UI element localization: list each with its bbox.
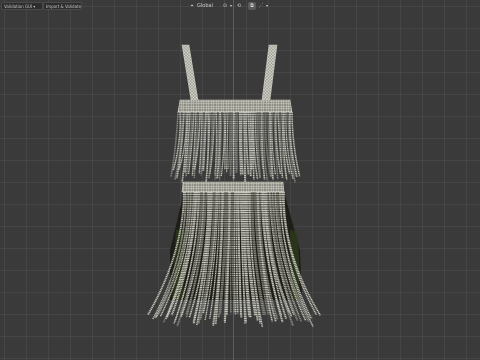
snap-icon[interactable]: ⟲ xyxy=(235,2,243,10)
chevron-down-icon: ▾ xyxy=(265,3,268,8)
left-strap xyxy=(181,44,199,101)
fringe-strand xyxy=(227,111,231,170)
validation-gui-menu[interactable]: Validation GUI▾ xyxy=(1,2,43,10)
bodice-top-band xyxy=(177,99,293,113)
waistband xyxy=(181,181,285,193)
fringe-strand xyxy=(214,111,218,176)
fringe-strand xyxy=(236,111,239,171)
fringe-strand xyxy=(240,111,244,175)
fringe-strand xyxy=(206,111,211,170)
chevron-down-icon: ▾ xyxy=(33,4,36,9)
snap-toggle-icon[interactable]: ⧉ xyxy=(248,2,256,10)
header-bar: Validation GUI▾ Import & Validate ⌖ Glob… xyxy=(0,0,480,12)
transform-axes-icon[interactable]: ⌖ xyxy=(188,2,196,10)
fringe-strand xyxy=(170,111,179,178)
bodice-fringe xyxy=(170,111,301,183)
3d-viewport[interactable]: Validation GUI▾ Import & Validate ⌖ Glob… xyxy=(0,0,480,360)
transform-toolbar: ⌖ Global ⊙ ▾ ⟲ ⧉ ⋰ ▾ xyxy=(185,1,275,11)
skirt-fringe xyxy=(146,191,321,328)
import-validate-label: Import & Validate xyxy=(46,4,82,9)
dress-wireframe-model[interactable] xyxy=(0,0,480,360)
fringe-strand xyxy=(226,111,229,173)
import-validate-button[interactable]: Import & Validate xyxy=(43,2,82,10)
fringe-strand xyxy=(243,111,247,182)
chevron-down-icon: ▾ xyxy=(229,3,232,8)
fringe-strand xyxy=(224,111,227,170)
validation-gui-label: Validation GUI xyxy=(4,4,33,9)
snap-element-icon[interactable]: ⋰ xyxy=(257,2,265,10)
pivot-point-icon[interactable]: ⊙ xyxy=(221,2,229,10)
orientation-dropdown[interactable]: Global xyxy=(197,2,219,10)
fringe-strand xyxy=(234,111,238,173)
right-strap xyxy=(261,44,278,101)
